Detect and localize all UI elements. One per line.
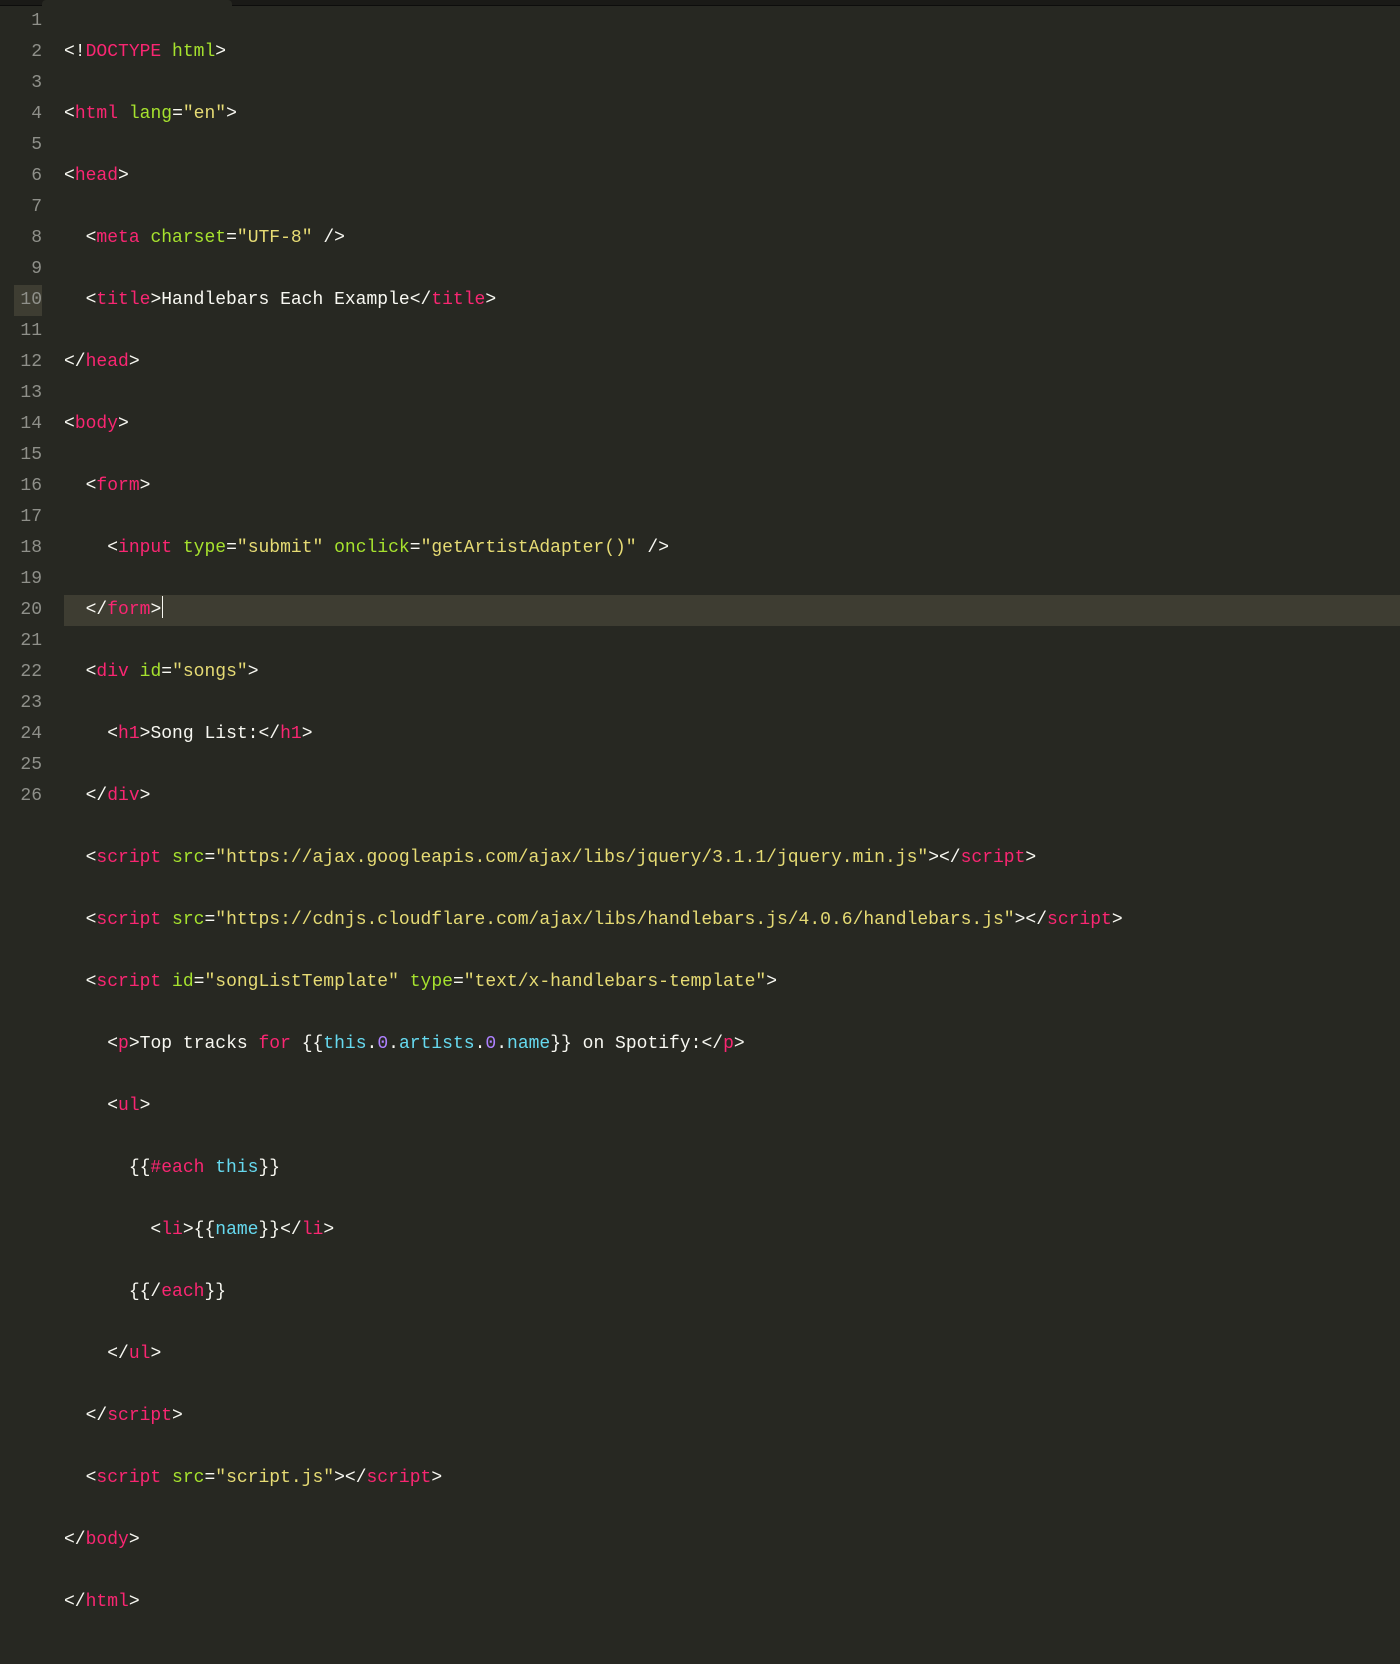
code-line: {{/each}} xyxy=(64,1277,1400,1308)
line-number: 23 xyxy=(14,688,42,719)
line-number: 17 xyxy=(14,502,42,533)
line-number: 21 xyxy=(14,626,42,657)
code-line: <body> xyxy=(64,409,1400,440)
line-number: 13 xyxy=(14,378,42,409)
code-line: <script src="https://ajax.googleapis.com… xyxy=(64,843,1400,874)
code-line: </head> xyxy=(64,347,1400,378)
line-number: 12 xyxy=(14,347,42,378)
line-number: 16 xyxy=(14,471,42,502)
code-line: <p>Top tracks for {{this.0.artists.0.nam… xyxy=(64,1029,1400,1060)
line-number: 15 xyxy=(14,440,42,471)
line-number: 7 xyxy=(14,192,42,223)
code-area[interactable]: <!DOCTYPE html> <html lang="en"> <head> … xyxy=(60,6,1400,1664)
line-number: 3 xyxy=(14,68,42,99)
code-line: <script src="script.js"></script> xyxy=(64,1463,1400,1494)
code-line: <html lang="en"> xyxy=(64,99,1400,130)
code-line: </form> xyxy=(64,595,1400,626)
line-number: 6 xyxy=(14,161,42,192)
code-line: <form> xyxy=(64,471,1400,502)
line-number: 11 xyxy=(14,316,42,347)
tab-bar xyxy=(0,0,1400,6)
line-number: 1 xyxy=(14,6,42,37)
code-line: <script id="songListTemplate" type="text… xyxy=(64,967,1400,998)
text-cursor xyxy=(162,596,163,618)
line-number: 2 xyxy=(14,37,42,68)
code-line: <h1>Song List:</h1> xyxy=(64,719,1400,750)
line-number-gutter: 1234567891011121314151617181920212223242… xyxy=(0,6,60,1664)
line-number: 22 xyxy=(14,657,42,688)
code-editor[interactable]: 1234567891011121314151617181920212223242… xyxy=(0,6,1400,1664)
line-number: 20 xyxy=(14,595,42,626)
code-line: </ul> xyxy=(64,1339,1400,1370)
code-line: <input type="submit" onclick="getArtistA… xyxy=(64,533,1400,564)
code-line: </div> xyxy=(64,781,1400,812)
line-number: 19 xyxy=(14,564,42,595)
code-line: </script> xyxy=(64,1401,1400,1432)
code-line: <div id="songs"> xyxy=(64,657,1400,688)
code-line: </body> xyxy=(64,1525,1400,1556)
code-line: </html> xyxy=(64,1587,1400,1618)
line-number: 9 xyxy=(14,254,42,285)
code-line: <meta charset="UTF-8" /> xyxy=(64,223,1400,254)
code-line: <title>Handlebars Each Example</title> xyxy=(64,285,1400,316)
line-number: 10 xyxy=(14,285,42,316)
line-number: 8 xyxy=(14,223,42,254)
code-line: <head> xyxy=(64,161,1400,192)
code-line: {{#each this}} xyxy=(64,1153,1400,1184)
code-line: <script src="https://cdnjs.cloudflare.co… xyxy=(64,905,1400,936)
line-number: 18 xyxy=(14,533,42,564)
active-tab[interactable] xyxy=(42,0,232,6)
line-number: 4 xyxy=(14,99,42,130)
line-number: 14 xyxy=(14,409,42,440)
code-line: <li>{{name}}</li> xyxy=(64,1215,1400,1246)
line-number: 5 xyxy=(14,130,42,161)
code-line: <!DOCTYPE html> xyxy=(64,37,1400,68)
code-line: <ul> xyxy=(64,1091,1400,1122)
line-number: 25 xyxy=(14,750,42,781)
line-number: 24 xyxy=(14,719,42,750)
line-number: 26 xyxy=(14,781,42,812)
